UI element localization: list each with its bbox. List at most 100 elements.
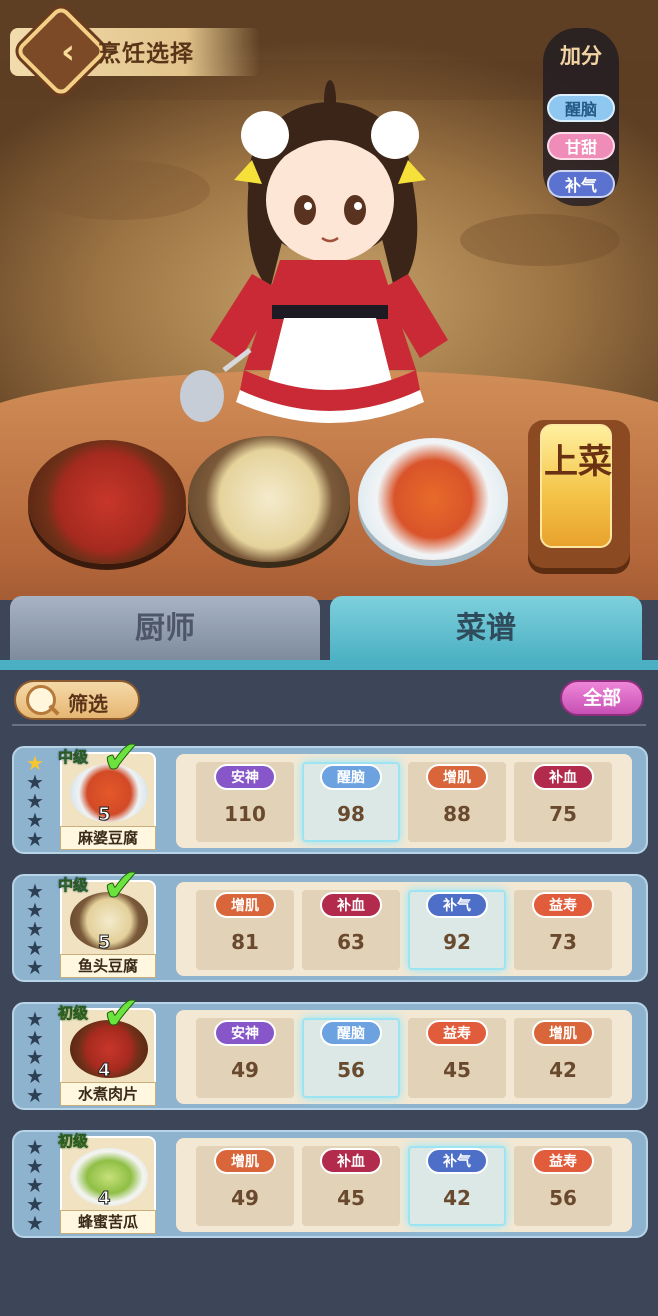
stat-value: 56	[549, 1186, 577, 1210]
recipe-name: 水煮肉片	[60, 1082, 156, 1106]
stat-tag: 增肌	[532, 1020, 594, 1046]
stat-tag: 补血	[532, 764, 594, 790]
recipe-card[interactable]: ★ ★ ★ ★ ★ 蜂蜜苦瓜 初级 4 增肌 49 补血 45 补气 42 益寿 56	[12, 1130, 648, 1238]
divider	[12, 724, 646, 726]
magnifier-icon	[26, 685, 56, 715]
stat-value: 75	[549, 802, 577, 826]
recipe-count: 5	[98, 932, 111, 954]
tier-label: 初级	[58, 1004, 89, 1023]
stat-value: 98	[337, 802, 365, 826]
stat-tag: 益寿	[532, 892, 594, 918]
back-arrow-icon[interactable]: ‹	[48, 32, 88, 72]
filter-button[interactable]: 筛选	[14, 680, 140, 720]
all-button[interactable]: 全部	[560, 680, 644, 716]
stat-cell-highlighted: 补气 92	[408, 890, 506, 970]
star-rating: ★ ★ ★ ★ ★	[24, 881, 46, 979]
recipe-card[interactable]: ★ ★ ★ ★ ★ 麻婆豆腐 中级 5 ✔ 安神 110 醒脑 98 增肌 88 补血…	[12, 734, 648, 854]
stat-cell: 增肌 42	[514, 1018, 612, 1098]
tier-label: 中级	[58, 748, 89, 767]
bonus-tag-xingnao: 醒脑	[547, 94, 615, 122]
filter-label: 筛选	[68, 692, 108, 716]
checkmark-icon: ✔	[102, 986, 142, 1040]
bonus-panel: 加分 醒脑 甘甜 补气	[543, 28, 619, 206]
stat-value: 42	[549, 1058, 577, 1082]
stat-cell: 益寿 73	[514, 890, 612, 970]
stat-value: 73	[549, 930, 577, 954]
tier-label: 初级	[58, 1132, 89, 1151]
stat-value: 45	[443, 1058, 471, 1082]
recipe-name: 麻婆豆腐	[60, 826, 156, 850]
star-icon: ★	[26, 1083, 44, 1107]
stat-tag: 增肌	[214, 1148, 276, 1174]
tab-recipe[interactable]: 菜谱	[330, 596, 642, 662]
stat-cell-highlighted: 补气 42	[408, 1146, 506, 1226]
stats-panel: 增肌 49 补血 45 补气 42 益寿 56	[176, 1138, 632, 1232]
stat-tag: 醒脑	[320, 1020, 382, 1046]
stat-cell: 安神 49	[196, 1018, 294, 1098]
stat-value: 92	[443, 930, 471, 954]
stat-tag: 补血	[320, 1148, 382, 1174]
stat-cell: 补血 63	[302, 890, 400, 970]
star-rating: ★ ★ ★ ★ ★	[24, 1009, 46, 1107]
stat-tag: 补气	[426, 1148, 488, 1174]
star-rating: ★ ★ ★ ★ ★	[24, 1137, 46, 1235]
stat-value: 49	[231, 1186, 259, 1210]
stat-cell: 补血 75	[514, 762, 612, 842]
stat-cell: 增肌 49	[196, 1146, 294, 1226]
stat-cell: 补血 45	[302, 1146, 400, 1226]
stat-value: 88	[443, 802, 471, 826]
tier-label: 中级	[58, 876, 89, 895]
recipe-count: 4	[98, 1060, 111, 1082]
chef-character[interactable]	[180, 60, 480, 430]
stat-cell-highlighted: 醒脑 98	[302, 762, 400, 842]
dish-mapo-tofu[interactable]	[358, 438, 508, 560]
stat-tag: 增肌	[426, 764, 488, 790]
recipe-count: 5	[98, 804, 111, 826]
checkmark-icon: ✔	[102, 858, 142, 912]
bonus-title: 加分	[560, 44, 602, 68]
dish-fish-head-tofu[interactable]	[188, 436, 350, 562]
stats-panel: 增肌 81 补血 63 补气 92 益寿 73	[176, 882, 632, 976]
stat-cell-highlighted: 醒脑 56	[302, 1018, 400, 1098]
stat-tag: 补气	[426, 892, 488, 918]
stat-value: 63	[337, 930, 365, 954]
serve-button-face[interactable]: 上菜	[540, 424, 612, 548]
serve-button-label: 上菜	[544, 442, 612, 482]
recipe-name: 蜂蜜苦瓜	[60, 1210, 156, 1234]
bonus-tag-gantian: 甘甜	[547, 132, 615, 160]
recipe-name: 鱼头豆腐	[60, 954, 156, 978]
stat-tag: 益寿	[532, 1148, 594, 1174]
stat-tag: 醒脑	[320, 764, 382, 790]
star-icon: ★	[26, 1211, 44, 1235]
stats-panel: 安神 49 醒脑 56 益寿 45 增肌 42	[176, 1010, 632, 1104]
stat-cell: 安神 110	[196, 762, 294, 842]
stat-tag: 增肌	[214, 892, 276, 918]
star-icon: ★	[26, 955, 44, 979]
stat-value: 49	[231, 1058, 259, 1082]
recipe-card[interactable]: ★ ★ ★ ★ ★ 水煮肉片 初级 4 ✔ 安神 49 醒脑 56 益寿 45 增肌 4…	[12, 990, 648, 1110]
stat-tag: 益寿	[426, 1020, 488, 1046]
tab-chef[interactable]: 厨师	[10, 596, 320, 662]
tab-underline	[0, 660, 658, 670]
stat-value: 56	[337, 1058, 365, 1082]
stat-value: 42	[443, 1186, 471, 1210]
stat-cell: 益寿 56	[514, 1146, 612, 1226]
star-icon: ★	[26, 827, 44, 851]
recipe-card[interactable]: ★ ★ ★ ★ ★ 鱼头豆腐 中级 5 ✔ 增肌 81 补血 63 补气 92 益寿 7…	[12, 862, 648, 982]
stat-value: 45	[337, 1186, 365, 1210]
dish-boiled-pork[interactable]	[28, 440, 186, 564]
star-rating: ★ ★ ★ ★ ★	[24, 753, 46, 851]
bonus-tag-buqi: 补气	[547, 170, 615, 198]
stat-tag: 安神	[214, 764, 276, 790]
stat-tag: 补血	[320, 892, 382, 918]
recipe-count: 4	[98, 1188, 111, 1210]
serve-button[interactable]: 上菜	[528, 420, 630, 568]
stat-value: 110	[224, 802, 266, 826]
stat-cell: 益寿 45	[408, 1018, 506, 1098]
stats-panel: 安神 110 醒脑 98 增肌 88 补血 75	[176, 754, 632, 848]
stat-cell: 增肌 81	[196, 890, 294, 970]
checkmark-icon: ✔	[102, 730, 142, 784]
stat-tag: 安神	[214, 1020, 276, 1046]
stat-value: 81	[231, 930, 259, 954]
stat-cell: 增肌 88	[408, 762, 506, 842]
